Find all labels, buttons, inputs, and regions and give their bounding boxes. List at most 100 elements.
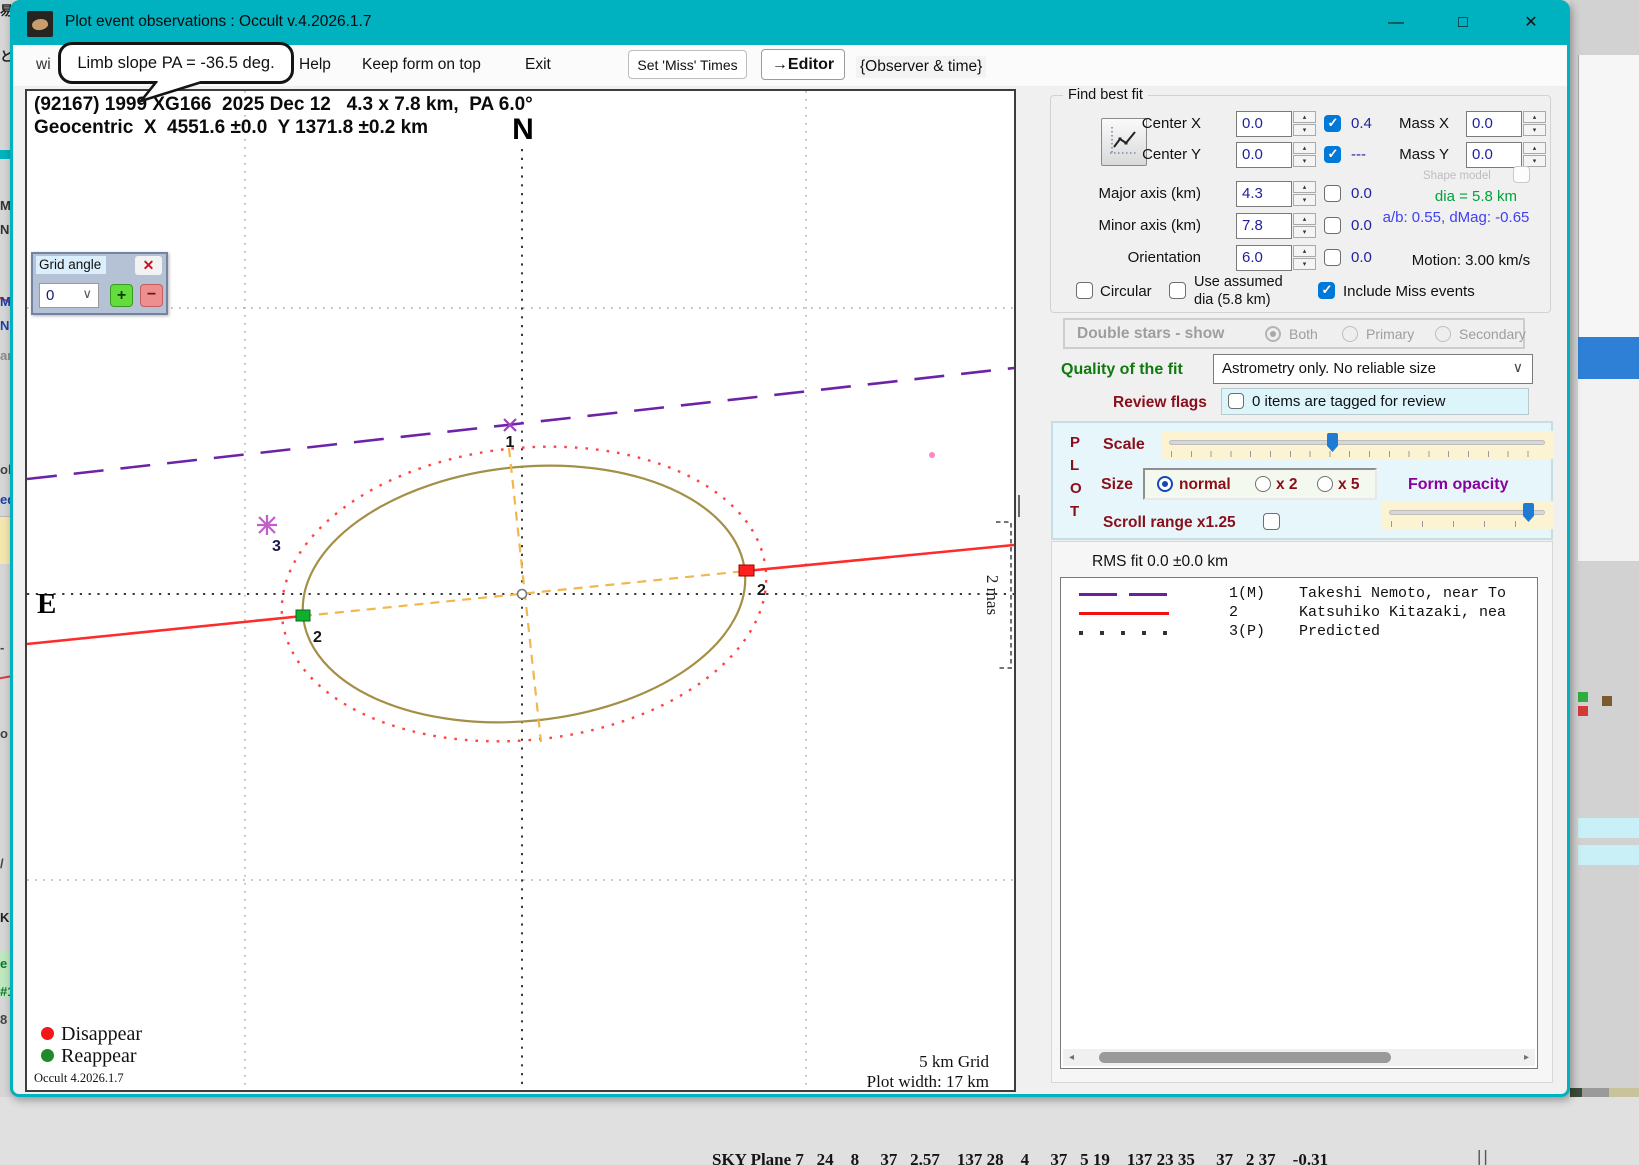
bg-fragment: 8 xyxy=(0,1012,8,1027)
double-stars-primary-radio[interactable] xyxy=(1342,326,1358,342)
major-axis-flag: 0.0 xyxy=(1351,185,1372,202)
tooltip-tail xyxy=(139,81,206,103)
scroll-range-checkbox[interactable] xyxy=(1263,513,1280,530)
scroll-right-icon[interactable]: ▸ xyxy=(1518,1049,1535,1066)
scale-slider-thumb[interactable] xyxy=(1327,433,1338,452)
size-x2-radio[interactable] xyxy=(1255,476,1271,492)
grid-angle-close-icon[interactable]: ✕ xyxy=(135,256,162,275)
quality-of-fit-select[interactable]: Astrometry only. No reliable size ∨ xyxy=(1213,354,1533,384)
minimize-button[interactable]: — xyxy=(1379,9,1413,37)
circular-label: Circular xyxy=(1100,283,1152,300)
plot-vertical-label: PLOT xyxy=(1070,434,1082,520)
review-flags-text: 0 items are tagged for review xyxy=(1252,393,1446,410)
observer2-line-right xyxy=(745,543,1014,573)
scroll-left-icon[interactable]: ◂ xyxy=(1063,1049,1080,1066)
center-x-field[interactable]: 0.0 xyxy=(1236,111,1292,137)
center-x-flag: 0.4 xyxy=(1351,115,1372,132)
green-dot-icon xyxy=(41,1049,54,1062)
center-x-spinner[interactable]: ▴ ▾ xyxy=(1293,111,1316,137)
plot-area[interactable]: N E 1 2 2 3 2 mas (92167) 1999 XG166 202… xyxy=(25,89,1016,1092)
fix-orientation-checkbox[interactable] xyxy=(1324,249,1341,266)
mass-x-spinner[interactable]: ▴ ▾ xyxy=(1523,111,1546,137)
grid-angle-plus-button[interactable]: + xyxy=(110,284,133,307)
form-opacity-slider-thumb[interactable] xyxy=(1523,503,1534,522)
fix-major-axis-checkbox[interactable] xyxy=(1324,185,1341,202)
mass-y-spinner[interactable]: ▴ ▾ xyxy=(1523,142,1546,168)
grid-size-label: 5 km Grid xyxy=(919,1052,989,1071)
observer-name: Takeshi Nemoto, near To xyxy=(1299,585,1507,602)
major-axis-spinner[interactable]: ▴ ▾ xyxy=(1293,181,1316,207)
center-y-field[interactable]: 0.0 xyxy=(1236,142,1292,168)
orientation-field[interactable]: 6.0 xyxy=(1236,245,1292,271)
bg-cyan-row xyxy=(1578,818,1639,838)
close-button[interactable]: ✕ xyxy=(1514,9,1548,37)
fix-center-y-checkbox[interactable] xyxy=(1324,146,1341,163)
editor-button[interactable]: →Editor xyxy=(761,49,845,80)
bg-fragment: / xyxy=(0,856,4,871)
orientation-flag: 0.0 xyxy=(1351,249,1372,266)
fix-center-x-checkbox[interactable] xyxy=(1324,115,1341,132)
small-pink-dot xyxy=(929,452,935,458)
review-flags-label: Review flags xyxy=(1113,394,1207,411)
grid-angle-minus-button[interactable]: − xyxy=(140,284,163,307)
grid-scale-labels: 5 km Grid Plot width: 17 km xyxy=(867,1052,989,1092)
menu-item-exit[interactable]: Exit xyxy=(525,56,551,74)
form-opacity-slider[interactable] xyxy=(1381,501,1553,529)
marker1-label: 1 xyxy=(506,434,515,451)
use-assumed-dia-checkbox[interactable] xyxy=(1169,282,1186,299)
double-stars-secondary-radio[interactable] xyxy=(1435,326,1451,342)
bg-pipes: || xyxy=(1477,1147,1490,1165)
reappear-label: Reappear xyxy=(61,1045,137,1067)
center-marker xyxy=(516,588,528,600)
review-flags-checkbox[interactable] xyxy=(1228,393,1244,409)
double-stars-both-radio[interactable] xyxy=(1265,326,1281,342)
mass-x-field[interactable]: 0.0 xyxy=(1466,111,1522,137)
grid-angle-value: 0 xyxy=(46,287,55,304)
plot-title-line1: (92167) 1999 XG166 2025 Dec 12 4.3 x 7.8… xyxy=(34,94,533,115)
grid-angle-select[interactable]: 0 ∨ xyxy=(39,283,99,308)
horizontal-scrollbar[interactable]: ◂ ▸ xyxy=(1063,1049,1535,1066)
fix-minor-axis-checkbox[interactable] xyxy=(1324,217,1341,234)
rms-fit-label: RMS fit 0.0 ±0.0 km xyxy=(1092,553,1228,570)
orientation-spinner[interactable]: ▴ ▾ xyxy=(1293,245,1316,271)
bg-fragment: N xyxy=(0,222,10,237)
double-stars-group: Double stars - show Both Primary Seconda… xyxy=(1063,318,1526,349)
observer2-line-left xyxy=(27,614,304,646)
major-axis-field[interactable]: 4.3 xyxy=(1236,181,1292,207)
scale-label: Scale xyxy=(1103,436,1145,453)
size-x5-radio[interactable] xyxy=(1317,476,1333,492)
observer-time-label[interactable]: {Observer & time} xyxy=(856,56,987,78)
minor-axis-field[interactable]: 7.8 xyxy=(1236,213,1292,239)
find-best-fit-group: Find best fit Center X 0.0 ▴▾ 0.4 Mass X… xyxy=(1050,87,1551,313)
menu-item-keep-on-top[interactable]: Keep form on top xyxy=(362,56,481,74)
observer-row[interactable]: 2 Katsuhiko Kitazaki, nea xyxy=(1061,604,1537,623)
observer-list[interactable]: 1(M) Takeshi Nemoto, near To 2 Katsuhiko… xyxy=(1060,577,1538,1069)
circular-checkbox[interactable] xyxy=(1076,282,1093,299)
tooltip-bubble: Limb slope PA = -36.5 deg. xyxy=(58,42,294,84)
reappear-marker xyxy=(295,609,311,622)
menu-item-help[interactable]: Help xyxy=(299,56,331,74)
titlebar[interactable]: Plot event observations : Occult v.4.202… xyxy=(13,3,1567,45)
include-miss-events-checkbox[interactable] xyxy=(1318,282,1335,299)
splitter-grip[interactable] xyxy=(1018,495,1020,517)
menu-item-fragment[interactable]: wi xyxy=(36,56,51,74)
scale-slider[interactable] xyxy=(1161,431,1553,459)
size-normal-radio[interactable] xyxy=(1157,476,1173,492)
center-y-label: Center Y xyxy=(1142,146,1201,163)
tooltip-text: Limb slope PA = -36.5 deg. xyxy=(77,54,275,72)
bg-blue-row xyxy=(1578,337,1639,379)
shape-model-checkbox[interactable] xyxy=(1513,166,1530,183)
observer-row[interactable]: 1(M) Takeshi Nemoto, near To xyxy=(1061,585,1537,604)
maximize-button[interactable]: □ xyxy=(1446,9,1480,37)
scrollbar-thumb[interactable] xyxy=(1099,1052,1391,1063)
mass-y-field[interactable]: 0.0 xyxy=(1466,142,1522,168)
bg-sky-plane-text: SKY Plane 7 24 8 37 2.57 137 28 4 37 5 1… xyxy=(712,1150,1329,1165)
east-label: E xyxy=(37,588,56,620)
set-miss-times-button[interactable]: Set 'Miss' Times xyxy=(628,50,747,79)
minor-axis-spinner[interactable]: ▴ ▾ xyxy=(1293,213,1316,239)
orientation-label: Orientation xyxy=(1127,249,1201,266)
double-stars-secondary-label: Secondary xyxy=(1459,326,1526,342)
observer-row[interactable]: 3(P) Predicted xyxy=(1061,623,1537,642)
center-y-spinner[interactable]: ▴ ▾ xyxy=(1293,142,1316,168)
bg-white-panel xyxy=(1578,379,1639,561)
